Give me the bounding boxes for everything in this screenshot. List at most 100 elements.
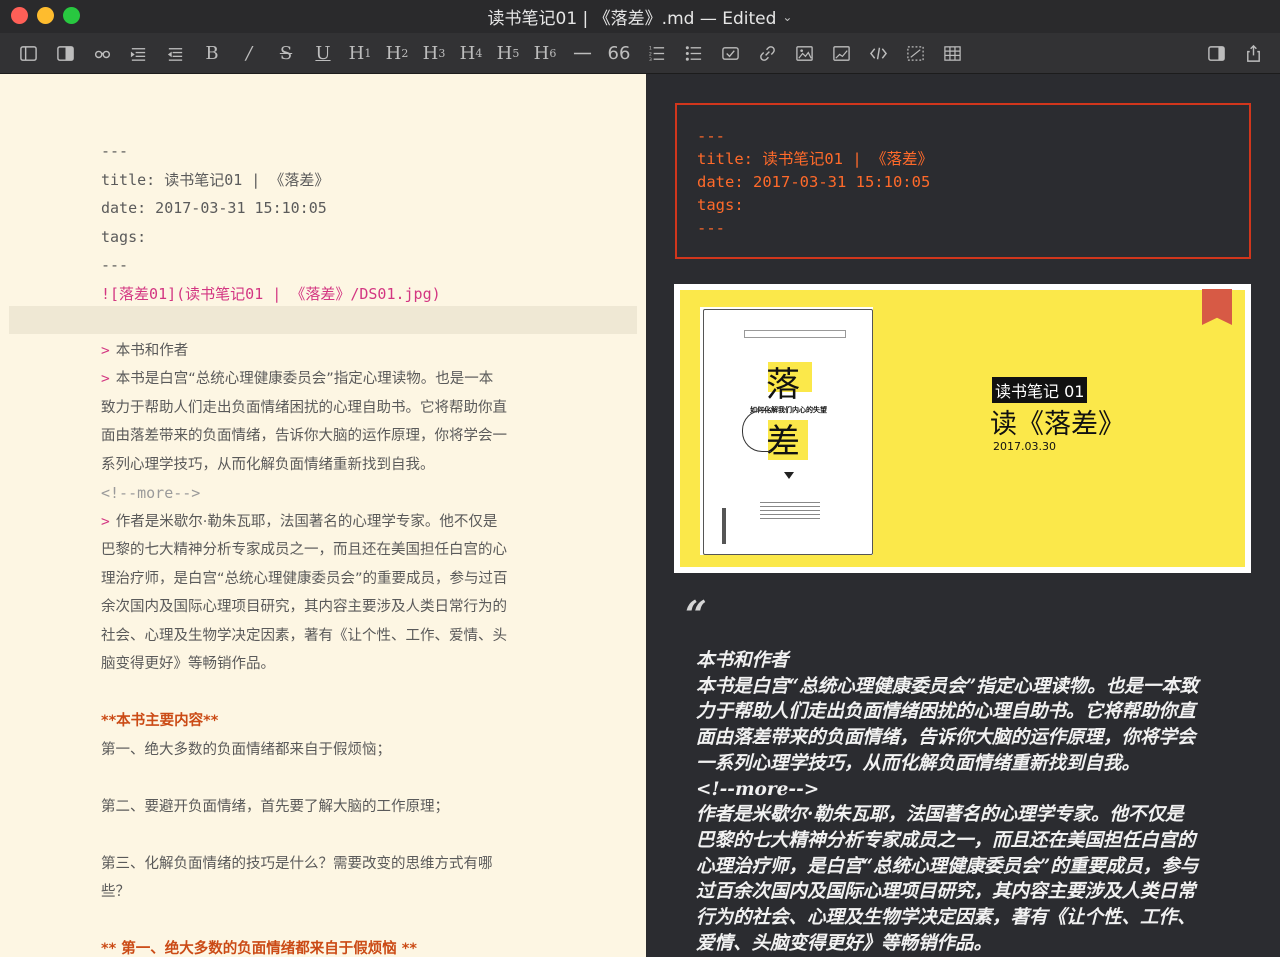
quote-icon: “	[685, 592, 707, 637]
bq-line: 爱情、头脑变得更好》等畅销作品。	[696, 932, 993, 954]
frontmatter-block: --- title: 读书笔记01 | 《落差》 date: 2017-03-3…	[675, 103, 1251, 259]
heading1-button[interactable]: H1	[345, 33, 375, 73]
link-icon[interactable]	[752, 33, 782, 73]
book-edge: 落 如何化解我们内心的失望 差	[703, 309, 873, 555]
heading4-button[interactable]: H4	[456, 33, 486, 73]
quote-button[interactable]: 66	[604, 33, 634, 73]
bq-line: 作者是米歇尔·勒朱瓦耶，法国著名的心理学专家。他不仅是	[696, 804, 1184, 826]
underline-button[interactable]: U	[308, 33, 338, 73]
heading2-button[interactable]: H2	[382, 33, 412, 73]
empty-line	[101, 679, 551, 708]
image-markdown-line: ![落差01](读书笔记01 | 《落差》/DS01.jpg)	[101, 284, 441, 303]
pv-frontmatter-close: ---	[697, 219, 725, 237]
markdown-editor[interactable]: --- title: 读书笔记01 | 《落差》 date: 2017-03-3…	[0, 74, 646, 957]
share-icon[interactable]	[1238, 33, 1268, 73]
markdown-preview: --- title: 读书笔记01 | 《落差》 date: 2017-03-3…	[647, 74, 1280, 957]
heading6-button[interactable]: H6	[530, 33, 560, 73]
bq-line: 一系列心理学技巧，从而化解负面情绪重新找到自我。	[696, 752, 1141, 774]
book-arrow-down-icon	[784, 472, 794, 479]
strikethrough-button[interactable]: S	[271, 33, 301, 73]
frontmatter-title: title: 读书笔记01 | 《落差》	[101, 170, 330, 189]
paragraph-line: 第二、要避开负面情绪，首先要了解大脑的工作原理；	[101, 798, 449, 815]
close-button[interactable]	[11, 7, 28, 24]
frontmatter-open: ---	[101, 142, 129, 160]
chevron-down-icon: ⌄	[782, 9, 793, 24]
blockquote: 本书和作者 本书是白宫“总统心理健康委员会”指定心理读物。也是一本致 力于帮助人…	[696, 648, 1241, 956]
bold-line: ** 第一、绝大多数的负面情绪都来自于假烦恼 **	[101, 941, 417, 957]
book-char-2: 差	[766, 422, 800, 462]
quote-text: 本书是白宫“总统心理健康委员会”指定心理读物。也是一本	[115, 371, 494, 387]
toggle-sidebar-icon[interactable]	[13, 33, 43, 73]
heading5-button[interactable]: H5	[493, 33, 523, 73]
paragraph-line: 些？	[101, 884, 130, 900]
code-icon[interactable]	[863, 33, 893, 73]
paragraph-line: 第一、绝大多数的负面情绪都来自于假烦恼；	[101, 741, 391, 758]
editor-content[interactable]: --- title: 读书笔记01 | 《落差》 date: 2017-03-3…	[101, 137, 551, 957]
book-char-1: 落	[766, 365, 800, 405]
pv-frontmatter-open: ---	[697, 127, 725, 145]
quote-marker: >	[101, 371, 110, 387]
toggle-split-icon[interactable]	[50, 33, 80, 73]
quote-marker: >	[101, 342, 110, 359]
ordered-list-icon[interactable]: 123	[641, 33, 671, 73]
preview-toggle-icon[interactable]	[1201, 33, 1231, 73]
bq-more: <!--more-->	[696, 778, 820, 800]
math-block-icon[interactable]	[900, 33, 930, 73]
empty-line	[101, 821, 551, 850]
quote-line: > 作者是米歇尔·勒朱瓦耶，法国著名的心理学专家。他不仅是	[101, 508, 551, 537]
bold-heading: **本书主要内容**	[101, 713, 219, 729]
bq-line: 力于帮助人们走出负面情绪困扰的心理自助书。它将帮助你直	[696, 701, 1196, 723]
pv-frontmatter-tags: tags:	[697, 196, 744, 214]
quote-text: 作者是米歇尔·勒朱瓦耶，法国著名的心理学专家。他不仅是	[115, 513, 498, 530]
frontmatter-tags: tags:	[101, 227, 147, 246]
bq-line: 过百余次国内及国际心理项目研究，其内容主要涉及人类日常	[696, 881, 1196, 903]
cover-background: 落 如何化解我们内心的失望 差 读书笔记 01 读《落差》 2017.03.30	[680, 289, 1245, 567]
horizontal-rule-icon[interactable]	[567, 33, 597, 73]
table-icon[interactable]	[937, 33, 967, 73]
quote-line: 面由落差带来的负面情绪，告诉你大脑的运作原理，你将学会一	[101, 428, 507, 444]
quote-line: 系列心理学技巧，从而化解负面情绪重新找到自我。	[101, 456, 435, 473]
minimize-button[interactable]	[37, 7, 54, 24]
unordered-list-icon[interactable]	[678, 33, 708, 73]
bold-button[interactable]: B	[197, 33, 227, 73]
italic-button[interactable]: /	[234, 33, 264, 73]
bq-line: 巴黎的七大精神分析专家成员之一，而且还在美国担任白宫的	[696, 829, 1196, 851]
align-icon[interactable]	[123, 33, 153, 73]
bq-heading: 本书和作者	[696, 650, 789, 671]
quote-marker: >	[101, 513, 110, 530]
window-title-label: 读书笔记01 | 《落差》.md — Edited	[487, 9, 777, 29]
cover-image[interactable]: 落 如何化解我们内心的失望 差 读书笔记 01 读《落差》 2017.03.30	[674, 284, 1251, 573]
bq-line: 本书是白宫“总统心理健康委员会”指定心理读物。也是一本致	[696, 675, 1199, 697]
quote-line: 巴黎的七大精神分析专家成员之一，而且还在美国担任白宫的心	[101, 542, 507, 558]
empty-line	[101, 764, 551, 793]
bq-line: 心理治疗师，是白宫“总统心理健康委员会”的重要成员，参与	[696, 855, 1199, 877]
book-arrow	[742, 410, 771, 452]
window-title[interactable]: 读书笔记01 | 《落差》.md — Edited ⌄	[488, 4, 793, 29]
quote-line: 理治疗师，是白宫“总统心理健康委员会”的重要成员，参与过百	[101, 570, 508, 587]
bookmark-icon	[1202, 289, 1232, 325]
pv-frontmatter-title: title: 读书笔记01 | 《落差》	[697, 150, 933, 168]
image-upload-icon[interactable]	[826, 33, 856, 73]
app-window: 读书笔记01 | 《落差》.md — Edited ⌄ B / S U H1 H…	[0, 0, 1280, 957]
more-comment: <!--more-->	[101, 484, 201, 502]
image-icon[interactable]	[789, 33, 819, 73]
book-spine-text	[722, 508, 726, 544]
book-banner	[744, 330, 846, 338]
quote-line: 余次国内及国际心理项目研究，其内容主要涉及人类日常行为的	[101, 599, 507, 615]
typewriter-icon[interactable]	[87, 33, 117, 73]
heading3-button[interactable]: H3	[419, 33, 449, 73]
quote-heading: 本书和作者	[115, 342, 189, 359]
zoom-button[interactable]	[63, 7, 80, 24]
empty-line	[101, 907, 551, 936]
svg-text:3: 3	[648, 57, 651, 63]
cover-title: 读《落差》	[990, 409, 1125, 440]
quote-line: 社会、心理及生物学决定因素，著有《让个性、工作、爱情、头	[101, 627, 507, 644]
pv-frontmatter-date: date: 2017-03-31 15:10:05	[697, 173, 931, 191]
quote-line: 脑变得更好》等畅销作品。	[101, 656, 275, 672]
task-list-icon[interactable]	[715, 33, 745, 73]
svg-text:1: 1	[648, 45, 651, 51]
outdent-icon[interactable]	[160, 33, 190, 73]
frontmatter-close: ---	[101, 256, 129, 274]
title-bar: 读书笔记01 | 《落差》.md — Edited ⌄	[0, 0, 1280, 33]
bq-line: 面由落差带来的负面情绪，告诉你大脑的运作原理，你将学会	[696, 727, 1196, 749]
